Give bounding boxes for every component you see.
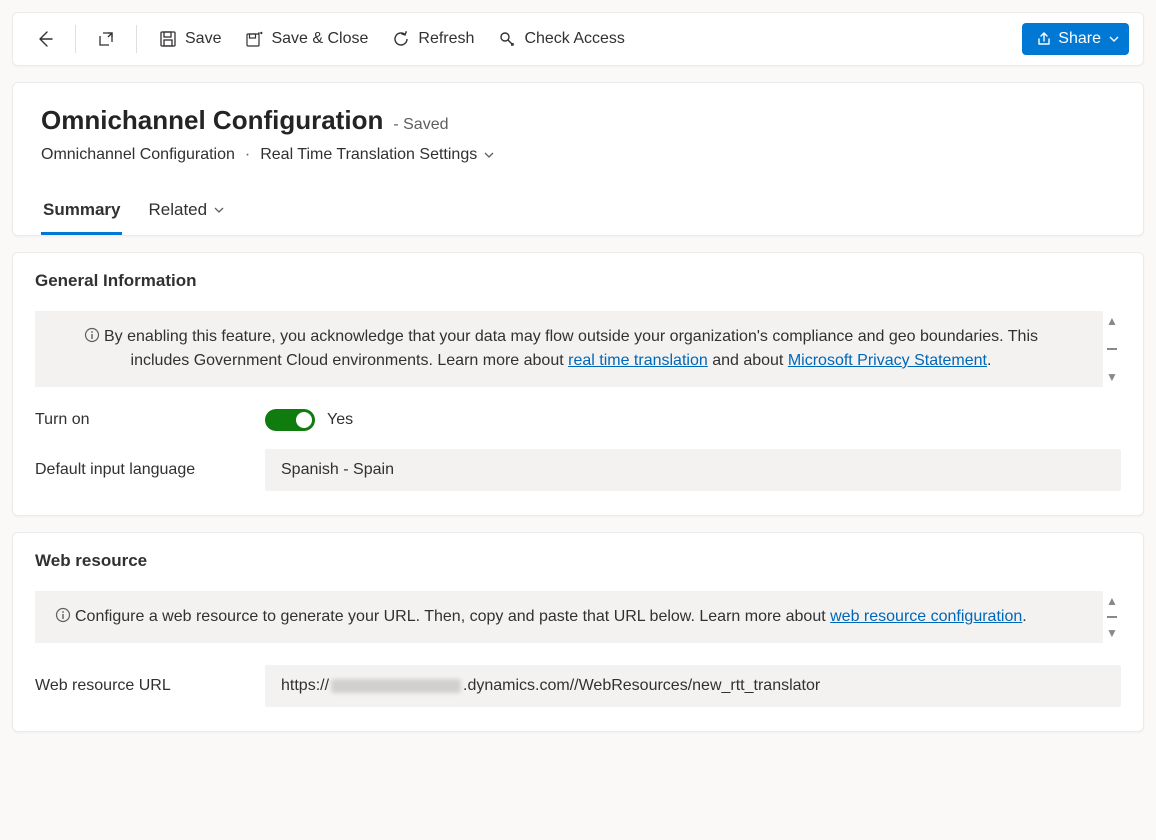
turn-on-label: Turn on xyxy=(35,411,265,429)
scroll-bar-icon xyxy=(1107,348,1117,350)
url-redacted-segment xyxy=(331,679,461,693)
default-language-select[interactable]: Spanish - Spain xyxy=(265,449,1121,491)
scroll-down-icon[interactable]: ▼ xyxy=(1106,627,1118,639)
share-button[interactable]: Share xyxy=(1022,23,1129,55)
info-text-3: . xyxy=(987,352,991,369)
info-text-2: . xyxy=(1022,608,1026,625)
save-close-icon xyxy=(245,30,263,48)
save-close-button[interactable]: Save & Close xyxy=(235,24,378,54)
separator xyxy=(75,25,76,53)
section-general-information: General Information By enabling this fea… xyxy=(12,252,1144,516)
link-privacy-statement[interactable]: Microsoft Privacy Statement xyxy=(788,352,987,369)
back-button[interactable] xyxy=(27,21,63,57)
record-header: Omnichannel Configuration - Saved Omnich… xyxy=(12,82,1144,236)
scroll-bar-icon xyxy=(1107,616,1117,618)
tab-list: Summary Related xyxy=(41,190,1115,235)
page-title: Omnichannel Configuration xyxy=(41,105,383,136)
info-banner: Configure a web resource to generate you… xyxy=(35,591,1103,643)
info-text-2: and about xyxy=(708,352,788,369)
tab-summary[interactable]: Summary xyxy=(41,190,122,235)
section-heading: Web resource xyxy=(35,551,1121,571)
toggle-knob xyxy=(296,412,312,428)
chevron-down-icon xyxy=(213,204,225,216)
section-web-resource: Web resource Configure a web resource to… xyxy=(12,532,1144,732)
turn-on-toggle[interactable] xyxy=(265,409,315,431)
link-real-time-translation[interactable]: real time translation xyxy=(568,352,708,369)
breadcrumb: Omnichannel Configuration · Real Time Tr… xyxy=(41,146,1115,164)
web-resource-url-input[interactable]: https:// .dynamics.com//WebResources/new_… xyxy=(265,665,1121,707)
share-label: Share xyxy=(1058,30,1101,48)
scroll-down-icon[interactable]: ▼ xyxy=(1106,371,1118,383)
open-new-window-button[interactable] xyxy=(88,21,124,57)
turn-on-value: Yes xyxy=(327,411,353,429)
save-status: - Saved xyxy=(393,116,448,134)
url-prefix: https:// xyxy=(281,677,329,694)
breadcrumb-entity[interactable]: Omnichannel Configuration xyxy=(41,146,235,164)
check-access-icon xyxy=(498,30,516,48)
refresh-label: Refresh xyxy=(418,30,474,48)
tab-summary-label: Summary xyxy=(43,200,120,220)
chevron-down-icon xyxy=(1109,34,1119,44)
popout-icon xyxy=(97,30,115,48)
tab-related[interactable]: Related xyxy=(146,190,227,235)
chevron-down-icon xyxy=(483,149,495,161)
breadcrumb-separator: · xyxy=(245,146,250,164)
link-web-resource-configuration[interactable]: web resource configuration xyxy=(830,608,1022,625)
breadcrumb-form-selector[interactable]: Real Time Translation Settings xyxy=(260,146,495,164)
scroll-indicator: ▲ ▼ xyxy=(1103,311,1121,387)
refresh-icon xyxy=(392,30,410,48)
check-access-button[interactable]: Check Access xyxy=(488,24,634,54)
info-text-1: Configure a web resource to generate you… xyxy=(75,608,830,625)
default-language-value: Spanish - Spain xyxy=(281,461,394,478)
info-banner: By enabling this feature, you acknowledg… xyxy=(35,311,1103,387)
scroll-up-icon[interactable]: ▲ xyxy=(1106,315,1118,327)
save-label: Save xyxy=(185,30,221,48)
info-icon xyxy=(84,327,100,343)
breadcrumb-form-label: Real Time Translation Settings xyxy=(260,146,477,164)
save-button[interactable]: Save xyxy=(149,24,231,54)
scroll-indicator: ▲ ▼ xyxy=(1103,591,1121,643)
url-suffix: .dynamics.com//WebResources/new_rtt_tran… xyxy=(463,677,820,694)
refresh-button[interactable]: Refresh xyxy=(382,24,484,54)
separator xyxy=(136,25,137,53)
web-resource-url-label: Web resource URL xyxy=(35,677,265,695)
section-heading: General Information xyxy=(35,271,1121,291)
save-icon xyxy=(159,30,177,48)
save-close-label: Save & Close xyxy=(271,30,368,48)
scroll-up-icon[interactable]: ▲ xyxy=(1106,595,1118,607)
arrow-left-icon xyxy=(35,29,55,49)
default-language-label: Default input language xyxy=(35,461,265,479)
check-access-label: Check Access xyxy=(524,30,624,48)
share-icon xyxy=(1036,31,1052,47)
tab-related-label: Related xyxy=(148,200,207,220)
info-icon xyxy=(55,607,71,623)
command-bar: Save Save & Close Refresh Check Access S… xyxy=(12,12,1144,66)
